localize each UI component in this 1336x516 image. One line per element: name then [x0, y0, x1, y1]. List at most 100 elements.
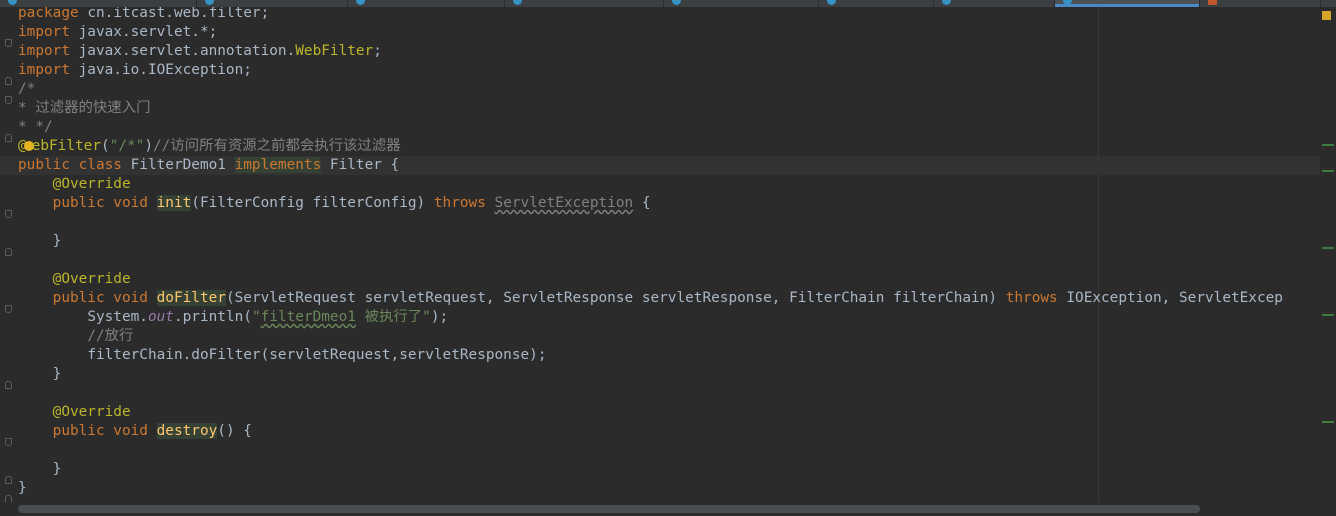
html-file-icon	[1208, 0, 1217, 5]
code-line: }	[18, 479, 27, 498]
semicolon: ;	[373, 43, 382, 59]
class-icon	[205, 0, 214, 5]
import-path: java.io.IOException;	[69, 62, 252, 78]
code-line: filterChain.doFilter(servletRequest,serv…	[18, 346, 547, 365]
warning-indicator-icon[interactable]	[1322, 11, 1331, 20]
editor-tab[interactable]	[505, 0, 664, 7]
string-literal: 被执行了"	[355, 309, 431, 325]
editor-tab[interactable]	[348, 0, 505, 7]
editor-tab[interactable]	[664, 0, 819, 7]
code-line: @Override	[18, 175, 131, 194]
parameters: (FilterConfig filterConfig)	[191, 195, 434, 211]
annotation: @Override	[52, 404, 131, 420]
brace: {	[633, 195, 651, 211]
fold-marker-icon[interactable]	[5, 438, 12, 446]
brace: }	[18, 480, 27, 496]
code-line: }	[18, 365, 62, 384]
code-line: public void destroy() {	[18, 422, 252, 441]
keyword: public void	[52, 195, 148, 211]
scrollbar-thumb[interactable]	[18, 505, 1200, 513]
brace: }	[52, 366, 62, 382]
inline-comment: //访问所有资源之前都会执行该过滤器	[152, 138, 401, 154]
static-field: out	[147, 309, 174, 325]
code-line: import javax.servlet.*;	[18, 23, 217, 42]
system-class: System.	[87, 309, 148, 325]
fold-marker-icon[interactable]	[5, 39, 12, 47]
code-line: public void doFilter(ServletRequest serv…	[18, 289, 1283, 308]
statement: filterChain.doFilter(servletRequest,serv…	[87, 347, 547, 363]
keyword: throws	[433, 195, 486, 211]
import-path: javax.servlet.annotation.	[69, 43, 296, 59]
change-marker[interactable]	[1322, 144, 1334, 146]
string-literal: "/*"	[109, 138, 145, 154]
keyword: public class	[18, 157, 122, 173]
fold-marker-icon[interactable]	[5, 77, 12, 85]
code-line: @Override	[18, 403, 131, 422]
parameters: (ServletRequest servletRequest, ServletR…	[225, 290, 1006, 306]
fold-marker-icon[interactable]	[5, 248, 12, 256]
editor-tab[interactable]	[197, 0, 348, 7]
comment-line: /*	[18, 81, 36, 97]
keyword: package	[18, 7, 79, 21]
annotation-class: WebFilter	[295, 43, 374, 59]
editor-tab[interactable]	[1200, 0, 1321, 7]
change-marker[interactable]	[1322, 421, 1334, 423]
class-icon	[672, 0, 681, 5]
editor-tab[interactable]	[819, 0, 934, 7]
keyword: import	[18, 62, 70, 78]
fold-marker-icon[interactable]	[5, 210, 12, 218]
keyword: public void	[52, 423, 148, 439]
string-literal-typo: filterDmeo1	[260, 309, 356, 325]
keyword: throws	[1005, 290, 1058, 306]
code-line: public void init(FilterConfig filterConf…	[18, 194, 651, 213]
comment-line: * */	[18, 119, 53, 135]
brace: }	[52, 233, 62, 249]
method-name: doFilter	[156, 290, 226, 306]
code-line: @ ebFilter("/*")//访问所有资源之前都会执行该过滤器	[18, 137, 401, 156]
code-editor[interactable]: package cn.itcast.web.filter; import jav…	[0, 7, 1320, 502]
fold-marker-icon[interactable]	[5, 381, 12, 389]
annotation: @Override	[52, 271, 131, 287]
fold-marker-icon[interactable]	[5, 96, 12, 104]
fold-marker-icon[interactable]	[5, 134, 12, 142]
change-marker[interactable]	[1322, 247, 1334, 249]
method-name: destroy	[156, 423, 218, 439]
editor-tab[interactable]	[934, 0, 1055, 7]
method-call: .println(	[173, 309, 252, 325]
annotation: @Override	[52, 176, 131, 192]
code-line: }	[18, 460, 62, 479]
keyword: public void	[52, 290, 148, 306]
editor-tab[interactable]	[0, 0, 197, 7]
code-line: import javax.servlet.annotation.WebFilte…	[18, 42, 382, 61]
method-name: init	[156, 195, 192, 211]
class-icon	[827, 0, 836, 5]
call-end: );	[430, 309, 449, 325]
brace: }	[52, 461, 62, 477]
annotation-name: ebFilter	[31, 138, 101, 154]
code-line: import java.io.IOException;	[18, 61, 252, 80]
error-stripe-bar[interactable]	[1320, 7, 1336, 502]
exception-list: IOException, ServletExcep	[1057, 290, 1283, 306]
interface-name: Filter {	[321, 157, 400, 173]
inline-comment: //放行	[87, 328, 134, 344]
keyword-highlighted: implements	[234, 157, 322, 173]
class-icon	[356, 0, 365, 5]
change-marker[interactable]	[1322, 314, 1334, 316]
keyword: import	[18, 24, 70, 40]
change-marker[interactable]	[1322, 170, 1334, 172]
import-path: javax.servlet.*;	[69, 24, 218, 40]
editor-tab-active[interactable]	[1055, 0, 1200, 7]
fold-marker-icon[interactable]	[5, 476, 12, 484]
fold-marker-icon[interactable]	[5, 495, 12, 502]
paren: (	[100, 138, 110, 154]
fold-marker-icon[interactable]	[5, 305, 12, 313]
horizontal-scrollbar[interactable]	[0, 502, 1336, 516]
class-name: FilterDemo1	[121, 157, 235, 173]
paren: )	[144, 138, 153, 154]
comment-line: * 过滤器的快速入门	[18, 100, 151, 116]
code-line-current: public class FilterDemo1 implements Filt…	[0, 156, 1320, 175]
class-icon	[1063, 0, 1072, 5]
